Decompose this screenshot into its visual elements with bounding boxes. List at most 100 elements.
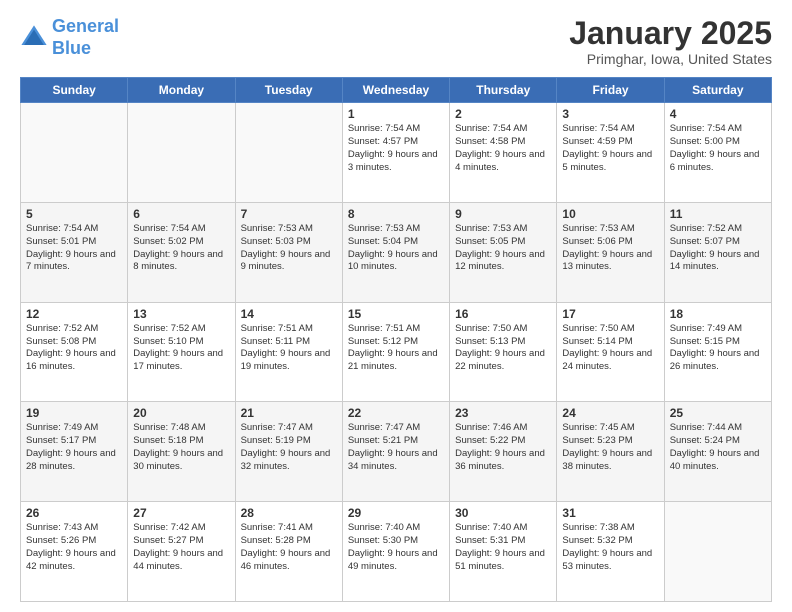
day-info: Sunrise: 7:44 AMSunset: 5:24 PMDaylight:… bbox=[670, 422, 766, 473]
page-container: General Blue January 2025 Primghar, Iowa… bbox=[0, 0, 792, 612]
day-info: Sunrise: 7:50 AMSunset: 5:14 PMDaylight:… bbox=[562, 323, 658, 374]
day-number: 13 bbox=[133, 307, 229, 321]
calendar-week-1: 1 Sunrise: 7:54 AMSunset: 4:57 PMDaylight… bbox=[21, 103, 772, 203]
day-info: Sunrise: 7:45 AMSunset: 5:23 PMDaylight:… bbox=[562, 422, 658, 473]
day-info: Sunrise: 7:52 AMSunset: 5:07 PMDaylight:… bbox=[670, 223, 766, 274]
calendar-week-4: 19 Sunrise: 7:49 AMSunset: 5:17 PMDayligh… bbox=[21, 402, 772, 502]
calendar-cell-w1-d6: 3Sunrise: 7:54 AMSunset: 4:59 PMDaylight… bbox=[557, 103, 664, 203]
day-number: 9 bbox=[455, 207, 551, 221]
calendar-cell-w2-d1: 5 Sunrise: 7:54 AMSunset: 5:01 PMDaylight… bbox=[21, 202, 128, 302]
calendar-cell-w1-d1 bbox=[21, 103, 128, 203]
calendar-title: January 2025 bbox=[569, 16, 772, 51]
calendar-cell-w4-d5: 23Sunrise: 7:46 AMSunset: 5:22 PMDayligh… bbox=[450, 402, 557, 502]
day-info: Sunrise: 7:42 AMSunset: 5:27 PMDaylight:… bbox=[133, 522, 229, 573]
day-info: Sunrise: 7:53 AMSunset: 5:03 PMDaylight:… bbox=[241, 223, 337, 274]
day-number: 17 bbox=[562, 307, 658, 321]
day-number: 4 bbox=[670, 107, 766, 121]
calendar-cell-w2-d4: 8Sunrise: 7:53 AMSunset: 5:04 PMDaylight… bbox=[342, 202, 449, 302]
logo-line2: Blue bbox=[52, 38, 91, 58]
calendar-cell-w3-d5: 16Sunrise: 7:50 AMSunset: 5:13 PMDayligh… bbox=[450, 302, 557, 402]
calendar-cell-w3-d4: 15Sunrise: 7:51 AMSunset: 5:12 PMDayligh… bbox=[342, 302, 449, 402]
day-number: 6 bbox=[133, 207, 229, 221]
day-info: Sunrise: 7:47 AMSunset: 5:21 PMDaylight:… bbox=[348, 422, 444, 473]
calendar-cell-w2-d2: 6 Sunrise: 7:54 AMSunset: 5:02 PMDaylight… bbox=[128, 202, 235, 302]
day-info: Sunrise: 7:49 AMSunset: 5:17 PMDaylight:… bbox=[26, 422, 122, 473]
calendar-cell-w5-d6: 31 Sunrise: 7:38 AMSunset: 5:32 PMDayligh… bbox=[557, 502, 664, 602]
day-number: 3 bbox=[562, 107, 658, 121]
calendar-cell-w2-d3: 7Sunrise: 7:53 AMSunset: 5:03 PMDaylight… bbox=[235, 202, 342, 302]
calendar-cell-w3-d1: 12 Sunrise: 7:52 AMSunset: 5:08 PMDayligh… bbox=[21, 302, 128, 402]
day-info: Sunrise: 7:51 AMSunset: 5:11 PMDaylight:… bbox=[241, 323, 337, 374]
day-info: Sunrise: 7:40 AMSunset: 5:31 PMDaylight:… bbox=[455, 522, 551, 573]
logo-icon bbox=[20, 24, 48, 52]
calendar-cell-w3-d7: 18Sunrise: 7:49 AMSunset: 5:15 PMDayligh… bbox=[664, 302, 771, 402]
day-info: Sunrise: 7:46 AMSunset: 5:22 PMDaylight:… bbox=[455, 422, 551, 473]
calendar-cell-w1-d2 bbox=[128, 103, 235, 203]
day-number: 1 bbox=[348, 107, 444, 121]
day-number: 8 bbox=[348, 207, 444, 221]
col-wednesday: Wednesday bbox=[342, 78, 449, 103]
day-number: 27 bbox=[133, 506, 229, 520]
day-info: Sunrise: 7:54 AMSunset: 5:02 PMDaylight:… bbox=[133, 223, 229, 274]
day-info: Sunrise: 7:51 AMSunset: 5:12 PMDaylight:… bbox=[348, 323, 444, 374]
day-info: Sunrise: 7:54 AMSunset: 5:01 PMDaylight:… bbox=[26, 223, 122, 274]
day-number: 26 bbox=[26, 506, 122, 520]
logo-line1: General bbox=[52, 16, 119, 36]
calendar-cell-w4-d2: 20 Sunrise: 7:48 AMSunset: 5:18 PMDayligh… bbox=[128, 402, 235, 502]
calendar-cell-w5-d3: 28 Sunrise: 7:41 AMSunset: 5:28 PMDayligh… bbox=[235, 502, 342, 602]
calendar-cell-w5-d4: 29 Sunrise: 7:40 AMSunset: 5:30 PMDayligh… bbox=[342, 502, 449, 602]
calendar-cell-w3-d6: 17 Sunrise: 7:50 AMSunset: 5:14 PMDayligh… bbox=[557, 302, 664, 402]
day-info: Sunrise: 7:53 AMSunset: 5:06 PMDaylight:… bbox=[562, 223, 658, 274]
calendar-cell-w5-d1: 26Sunrise: 7:43 AMSunset: 5:26 PMDayligh… bbox=[21, 502, 128, 602]
calendar-cell-w2-d6: 10 Sunrise: 7:53 AMSunset: 5:06 PMDayligh… bbox=[557, 202, 664, 302]
calendar-cell-w1-d3 bbox=[235, 103, 342, 203]
calendar-cell-w4-d4: 22 Sunrise: 7:47 AMSunset: 5:21 PMDayligh… bbox=[342, 402, 449, 502]
header: General Blue January 2025 Primghar, Iowa… bbox=[20, 16, 772, 67]
calendar-cell-w1-d5: 2Sunrise: 7:54 AMSunset: 4:58 PMDaylight… bbox=[450, 103, 557, 203]
day-info: Sunrise: 7:54 AMSunset: 5:00 PMDaylight:… bbox=[670, 123, 766, 174]
day-number: 31 bbox=[562, 506, 658, 520]
day-number: 19 bbox=[26, 406, 122, 420]
calendar-cell-w2-d7: 11 Sunrise: 7:52 AMSunset: 5:07 PMDayligh… bbox=[664, 202, 771, 302]
day-number: 12 bbox=[26, 307, 122, 321]
calendar-cell-w4-d7: 25 Sunrise: 7:44 AMSunset: 5:24 PMDayligh… bbox=[664, 402, 771, 502]
day-number: 22 bbox=[348, 406, 444, 420]
day-number: 20 bbox=[133, 406, 229, 420]
calendar-subtitle: Primghar, Iowa, United States bbox=[569, 51, 772, 67]
day-info: Sunrise: 7:41 AMSunset: 5:28 PMDaylight:… bbox=[241, 522, 337, 573]
day-info: Sunrise: 7:48 AMSunset: 5:18 PMDaylight:… bbox=[133, 422, 229, 473]
day-number: 25 bbox=[670, 406, 766, 420]
day-number: 5 bbox=[26, 207, 122, 221]
col-tuesday: Tuesday bbox=[235, 78, 342, 103]
col-thursday: Thursday bbox=[450, 78, 557, 103]
day-info: Sunrise: 7:50 AMSunset: 5:13 PMDaylight:… bbox=[455, 323, 551, 374]
calendar-week-3: 12 Sunrise: 7:52 AMSunset: 5:08 PMDayligh… bbox=[21, 302, 772, 402]
calendar-cell-w5-d2: 27 Sunrise: 7:42 AMSunset: 5:27 PMDayligh… bbox=[128, 502, 235, 602]
calendar-cell-w2-d5: 9Sunrise: 7:53 AMSunset: 5:05 PMDaylight… bbox=[450, 202, 557, 302]
day-info: Sunrise: 7:54 AMSunset: 4:57 PMDaylight:… bbox=[348, 123, 444, 174]
col-friday: Friday bbox=[557, 78, 664, 103]
col-sunday: Sunday bbox=[21, 78, 128, 103]
day-info: Sunrise: 7:52 AMSunset: 5:10 PMDaylight:… bbox=[133, 323, 229, 374]
day-number: 29 bbox=[348, 506, 444, 520]
day-number: 14 bbox=[241, 307, 337, 321]
calendar-cell-w4-d3: 21 Sunrise: 7:47 AMSunset: 5:19 PMDayligh… bbox=[235, 402, 342, 502]
day-number: 11 bbox=[670, 207, 766, 221]
day-info: Sunrise: 7:52 AMSunset: 5:08 PMDaylight:… bbox=[26, 323, 122, 374]
day-info: Sunrise: 7:47 AMSunset: 5:19 PMDaylight:… bbox=[241, 422, 337, 473]
day-info: Sunrise: 7:40 AMSunset: 5:30 PMDaylight:… bbox=[348, 522, 444, 573]
calendar-week-2: 5 Sunrise: 7:54 AMSunset: 5:01 PMDaylight… bbox=[21, 202, 772, 302]
calendar-cell-w3-d2: 13 Sunrise: 7:52 AMSunset: 5:10 PMDayligh… bbox=[128, 302, 235, 402]
calendar-cell-w3-d3: 14 Sunrise: 7:51 AMSunset: 5:11 PMDayligh… bbox=[235, 302, 342, 402]
title-block: January 2025 Primghar, Iowa, United Stat… bbox=[569, 16, 772, 67]
calendar-cell-w4-d6: 24 Sunrise: 7:45 AMSunset: 5:23 PMDayligh… bbox=[557, 402, 664, 502]
col-monday: Monday bbox=[128, 78, 235, 103]
day-number: 28 bbox=[241, 506, 337, 520]
calendar-cell-w5-d7 bbox=[664, 502, 771, 602]
day-number: 21 bbox=[241, 406, 337, 420]
day-info: Sunrise: 7:38 AMSunset: 5:32 PMDaylight:… bbox=[562, 522, 658, 573]
logo: General Blue bbox=[20, 16, 119, 59]
calendar-header-row: Sunday Monday Tuesday Wednesday Thursday… bbox=[21, 78, 772, 103]
day-number: 24 bbox=[562, 406, 658, 420]
day-number: 10 bbox=[562, 207, 658, 221]
